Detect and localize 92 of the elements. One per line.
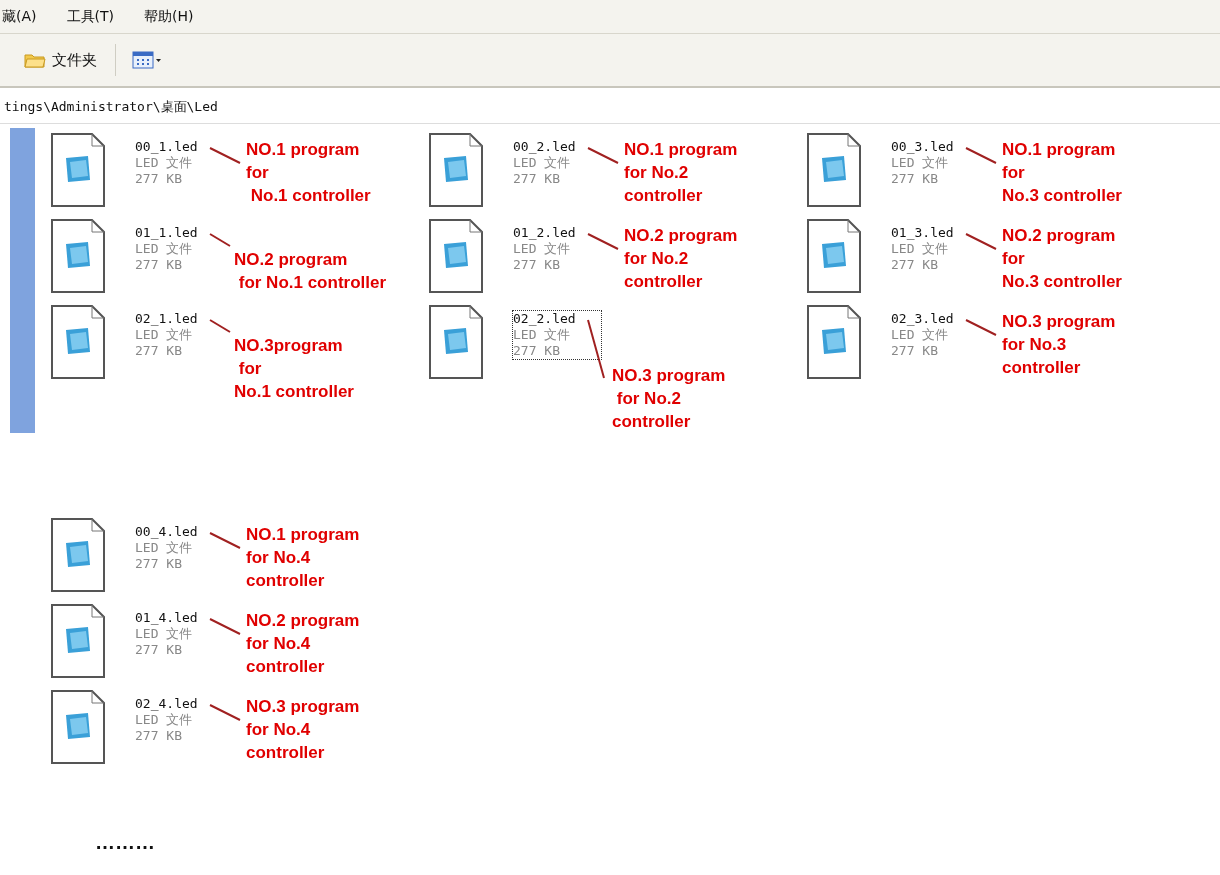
file-type: LED 文件 <box>135 155 194 171</box>
leader-line <box>209 618 241 635</box>
led-file-icon[interactable] <box>50 218 106 294</box>
leader-line <box>587 233 619 250</box>
file-label[interactable]: 00_1.led LED 文件 277 KB <box>134 138 224 188</box>
annotation-note: NO.3 program for No.4 controller <box>246 696 360 764</box>
file-size: 277 KB <box>513 257 561 273</box>
annotation-note: NO.2 program for No.4 controller <box>246 610 360 678</box>
file-size: 277 KB <box>135 171 183 187</box>
annotation-note: NO.1 program for No.1 controller <box>246 139 371 207</box>
folders-button[interactable]: 文件夹 <box>20 48 101 72</box>
file-label[interactable]: 00_4.led LED 文件 277 KB <box>134 523 224 573</box>
annotation-note: NO.3program for No.1 controller <box>234 335 354 403</box>
file-name: 01_4.led <box>135 610 199 626</box>
file-type: LED 文件 <box>513 327 572 343</box>
file-name: 02_1.led <box>135 311 199 327</box>
file-name: 02_3.led <box>891 311 955 327</box>
file-size: 277 KB <box>513 171 561 187</box>
file-name: 00_4.led <box>135 524 199 540</box>
file-type: LED 文件 <box>513 241 572 257</box>
file-type: LED 文件 <box>135 540 194 556</box>
file-type: LED 文件 <box>135 241 194 257</box>
file-type: LED 文件 <box>891 155 950 171</box>
led-file-icon[interactable] <box>428 304 484 380</box>
file-label[interactable]: 01_1.led LED 文件 277 KB <box>134 224 224 274</box>
file-size: 277 KB <box>135 728 183 744</box>
file-label[interactable]: 02_2.led LED 文件 277 KB <box>512 310 602 360</box>
views-button[interactable] <box>130 49 164 71</box>
file-type: LED 文件 <box>891 241 950 257</box>
file-name: 00_2.led <box>513 139 577 155</box>
annotation-note: NO.1 program for No.3 controller <box>1002 139 1122 207</box>
file-label[interactable]: 01_4.led LED 文件 277 KB <box>134 609 224 659</box>
file-size: 277 KB <box>513 343 561 359</box>
leader-line <box>587 319 605 379</box>
file-name: 01_2.led <box>513 225 577 241</box>
leader-line <box>209 704 241 721</box>
ellipsis: ……… <box>95 831 156 854</box>
led-file-icon[interactable] <box>50 603 106 679</box>
led-file-icon[interactable] <box>50 132 106 208</box>
file-size: 277 KB <box>891 343 939 359</box>
file-type: LED 文件 <box>135 626 194 642</box>
file-label[interactable]: 00_2.led LED 文件 277 KB <box>512 138 602 188</box>
led-file-icon[interactable] <box>50 689 106 765</box>
annotation-note: NO.3 program for No.3 controller <box>1002 311 1116 379</box>
leader-line <box>209 532 241 549</box>
led-file-icon[interactable] <box>806 218 862 294</box>
file-name: 02_2.led <box>513 311 577 327</box>
file-name: 02_4.led <box>135 696 199 712</box>
menu-item[interactable]: 工具(T) <box>66 8 114 33</box>
leader-line <box>209 319 231 333</box>
file-type: LED 文件 <box>135 712 194 728</box>
file-label[interactable]: 02_3.led LED 文件 277 KB <box>890 310 980 360</box>
leader-line <box>965 147 997 164</box>
led-file-icon[interactable] <box>50 304 106 380</box>
annotation-note: NO.1 program for No.4 controller <box>246 524 360 592</box>
annotation-note: NO.2 program for No.2 controller <box>624 225 738 293</box>
file-name: 00_3.led <box>891 139 955 155</box>
annotation-note: NO.2 program for No.1 controller <box>234 249 387 294</box>
led-file-icon[interactable] <box>428 132 484 208</box>
file-size: 277 KB <box>135 642 183 658</box>
file-type: LED 文件 <box>513 155 572 171</box>
folder-icon <box>24 52 46 68</box>
file-name: 01_1.led <box>135 225 199 241</box>
file-type: LED 文件 <box>891 327 950 343</box>
file-label[interactable]: 01_2.led LED 文件 277 KB <box>512 224 602 274</box>
file-name: 00_1.led <box>135 139 199 155</box>
file-type: LED 文件 <box>135 327 194 343</box>
led-file-icon[interactable] <box>806 132 862 208</box>
menu-item[interactable]: 藏(A) <box>2 8 37 33</box>
leader-line <box>965 233 997 250</box>
file-size: 277 KB <box>135 257 183 273</box>
file-size: 277 KB <box>891 257 939 273</box>
file-label[interactable]: 02_4.led LED 文件 277 KB <box>134 695 224 745</box>
file-size: 277 KB <box>135 556 183 572</box>
file-label[interactable]: 00_3.led LED 文件 277 KB <box>890 138 980 188</box>
leader-line <box>209 147 241 164</box>
file-size: 277 KB <box>891 171 939 187</box>
annotation-note: NO.2 program for No.3 controller <box>1002 225 1122 293</box>
file-label[interactable]: 02_1.led LED 文件 277 KB <box>134 310 224 360</box>
led-file-icon[interactable] <box>428 218 484 294</box>
menu-item[interactable]: 帮助(H) <box>144 8 194 33</box>
file-label[interactable]: 01_3.led LED 文件 277 KB <box>890 224 980 274</box>
leader-line <box>209 233 231 247</box>
leader-line <box>965 319 997 336</box>
file-name: 01_3.led <box>891 225 955 241</box>
leader-line <box>587 147 619 164</box>
led-file-icon[interactable] <box>50 517 106 593</box>
led-file-icon[interactable] <box>806 304 862 380</box>
annotation-note: NO.3 program for No.2 controller <box>612 365 726 433</box>
file-size: 277 KB <box>135 343 183 359</box>
annotation-note: NO.1 program for No.2 controller <box>624 139 738 207</box>
address-path[interactable]: tings\Administrator\桌面\Led <box>0 88 1220 124</box>
